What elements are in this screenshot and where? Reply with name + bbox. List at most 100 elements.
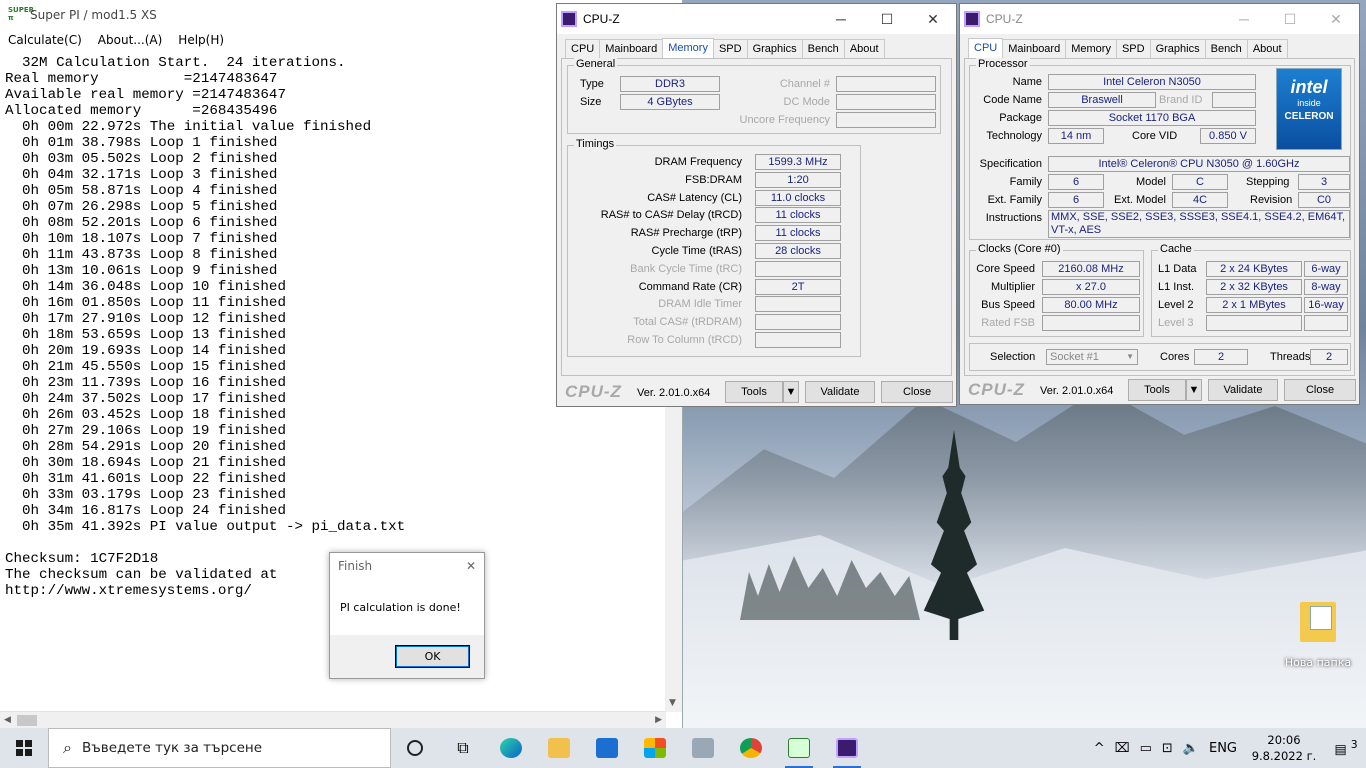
taskbar-search[interactable]: ⌕ Въведете тук за търсене (48, 728, 391, 768)
validate-button[interactable]: Validate (1208, 379, 1278, 401)
tab-memory[interactable]: Memory (1065, 39, 1117, 58)
scroll-down-icon[interactable]: ▼ (669, 698, 676, 708)
timing-label: Command Rate (CR) (638, 280, 742, 293)
family-value: 6 (1048, 174, 1104, 190)
superpi-title: Super PI / mod1.5 XS (30, 8, 157, 22)
close-icon[interactable]: ✕ (910, 11, 956, 28)
edge-icon[interactable] (487, 728, 535, 768)
task-view-icon[interactable]: ⧉ (439, 728, 487, 768)
language-indicator[interactable]: ENG (1204, 741, 1242, 756)
dialog-footer: OK (330, 635, 484, 678)
cpuz-version: Ver. 2.01.0.x64 (637, 387, 711, 399)
tab-mainboard[interactable]: Mainboard (1002, 39, 1067, 58)
maximize-icon[interactable]: ☐ (864, 11, 910, 28)
clock[interactable]: 20:06 9.8.2022 г. (1242, 732, 1326, 764)
store-icon[interactable] (631, 728, 679, 768)
tools-button[interactable]: Tools (725, 381, 783, 403)
processor-legend: Processor (976, 58, 1030, 70)
file-explorer-icon[interactable] (535, 728, 583, 768)
device-icon[interactable]: ⌧ (1110, 741, 1135, 756)
cpuz-tabs: CPU Mainboard Memory SPD Graphics Bench … (565, 38, 885, 59)
tab-spd[interactable]: SPD (1115, 39, 1151, 58)
scroll-left-icon[interactable]: ◀ (4, 715, 11, 725)
cpuz-titlebar[interactable]: CPU-Z ─ ☐ ✕ (557, 4, 956, 34)
superpi-taskbar-icon[interactable] (775, 728, 823, 768)
menu-calculate[interactable]: Calculate(C) (8, 33, 82, 47)
ok-button[interactable]: OK (395, 645, 470, 668)
close-button[interactable]: Close (881, 381, 953, 403)
search-icon: ⌕ (63, 738, 72, 757)
cpuz-taskbar-icon[interactable] (823, 728, 871, 768)
mail-icon[interactable] (583, 728, 631, 768)
cores-label: Cores (1160, 351, 1190, 363)
notifications-button[interactable]: ▤ 3 (1326, 738, 1366, 757)
tab-spd[interactable]: SPD (712, 39, 748, 58)
tab-graphics[interactable]: Graphics (746, 39, 803, 58)
type-value: DDR3 (620, 76, 720, 92)
revision-value: C0 (1298, 192, 1350, 208)
menu-help[interactable]: Help(H) (178, 33, 224, 47)
tab-bench[interactable]: Bench (1204, 39, 1248, 58)
cores-value: 2 (1194, 349, 1248, 365)
timing-label: RAS# to CAS# Delay (tRCD) (600, 209, 742, 222)
battery-icon[interactable]: ▭ (1135, 741, 1157, 756)
cpuz-titlebar[interactable]: CPU-Z ─ ☐ ✕ (960, 4, 1359, 34)
search-placeholder: Въведете тук за търсене (81, 740, 263, 756)
tab-cpu[interactable]: CPU (565, 39, 601, 58)
timing-value: 1:20 (755, 171, 841, 188)
chrome-icon[interactable] (727, 728, 775, 768)
tools-dropdown-icon[interactable]: ▼ (783, 381, 799, 403)
menu-about[interactable]: About...(A) (98, 33, 163, 47)
timing-label: Total CAS# (tRDRAM) (633, 316, 742, 329)
scroll-thumb[interactable] (17, 715, 37, 726)
general-legend: General (574, 58, 618, 70)
horizontal-scrollbar[interactable]: ◀ ▶ (0, 711, 666, 728)
close-icon[interactable]: ✕ (466, 559, 476, 573)
folder-icon (1300, 602, 1336, 642)
close-button[interactable]: Close (1284, 379, 1356, 401)
timing-label: Bank Cycle Time (tRC) (630, 262, 742, 275)
cpuz-cpu-window: CPU-Z ─ ☐ ✕ CPU Mainboard Memory SPD Gra… (959, 3, 1360, 405)
cpuz-tabs: CPU Mainboard Memory SPD Graphics Bench … (968, 38, 1288, 59)
timing-label: RAS# Precharge (tRP) (630, 227, 742, 240)
validate-button[interactable]: Validate (805, 381, 875, 403)
tab-mainboard[interactable]: Mainboard (599, 39, 664, 58)
tab-graphics[interactable]: Graphics (1149, 39, 1206, 58)
cpuz-brand: CPU-Z (565, 382, 622, 401)
volume-icon[interactable]: 🔈 (1178, 741, 1204, 756)
cortana-icon[interactable] (391, 728, 439, 768)
timing-value (755, 314, 841, 331)
minimize-icon[interactable]: ─ (818, 11, 864, 28)
cpuz-title: CPU-Z (986, 12, 1023, 26)
dialog-titlebar[interactable]: Finish ✕ (330, 553, 484, 579)
close-icon[interactable]: ✕ (1313, 11, 1359, 28)
selection-dropdown[interactable]: Socket #1 ▼ (1046, 349, 1138, 365)
tab-about[interactable]: About (843, 39, 885, 58)
scroll-right-icon[interactable]: ▶ (655, 715, 662, 725)
system-monitor-icon[interactable] (679, 728, 727, 768)
notification-icon: ▤ (1334, 742, 1347, 758)
cpuz-app-icon (561, 11, 577, 27)
network-icon[interactable]: ⊡ (1157, 741, 1178, 756)
tab-bench[interactable]: Bench (801, 39, 845, 58)
tab-memory[interactable]: Memory (662, 38, 714, 59)
start-button[interactable] (0, 728, 48, 768)
tools-button[interactable]: Tools (1128, 379, 1186, 401)
l3-way (1304, 315, 1348, 331)
family-label: Family (1009, 176, 1042, 188)
corevid-label: Core VID (1132, 130, 1178, 142)
timings-group: Timings DRAM Frequency 1599.3 MHz FSB:DRAM… (567, 138, 861, 357)
desktop-folder[interactable]: Нова папка (1278, 602, 1358, 674)
dcmode-label: DC Mode (783, 96, 830, 108)
timings-legend: Timings (574, 138, 617, 150)
revision-label: Revision (1250, 194, 1293, 206)
chevron-up-icon[interactable]: ^ (1089, 741, 1110, 756)
maximize-icon[interactable]: ☐ (1267, 11, 1313, 28)
instructions-value: MMX, SSE, SSE2, SSE3, SSSE3, SSE4.1, SSE… (1048, 210, 1350, 238)
tab-about[interactable]: About (1246, 39, 1288, 58)
tab-cpu[interactable]: CPU (968, 38, 1004, 59)
timing-value: 1599.3 MHz (755, 154, 841, 170)
package-label: Package (999, 112, 1042, 124)
minimize-icon[interactable]: ─ (1221, 11, 1267, 28)
tools-dropdown-icon[interactable]: ▼ (1186, 379, 1202, 401)
